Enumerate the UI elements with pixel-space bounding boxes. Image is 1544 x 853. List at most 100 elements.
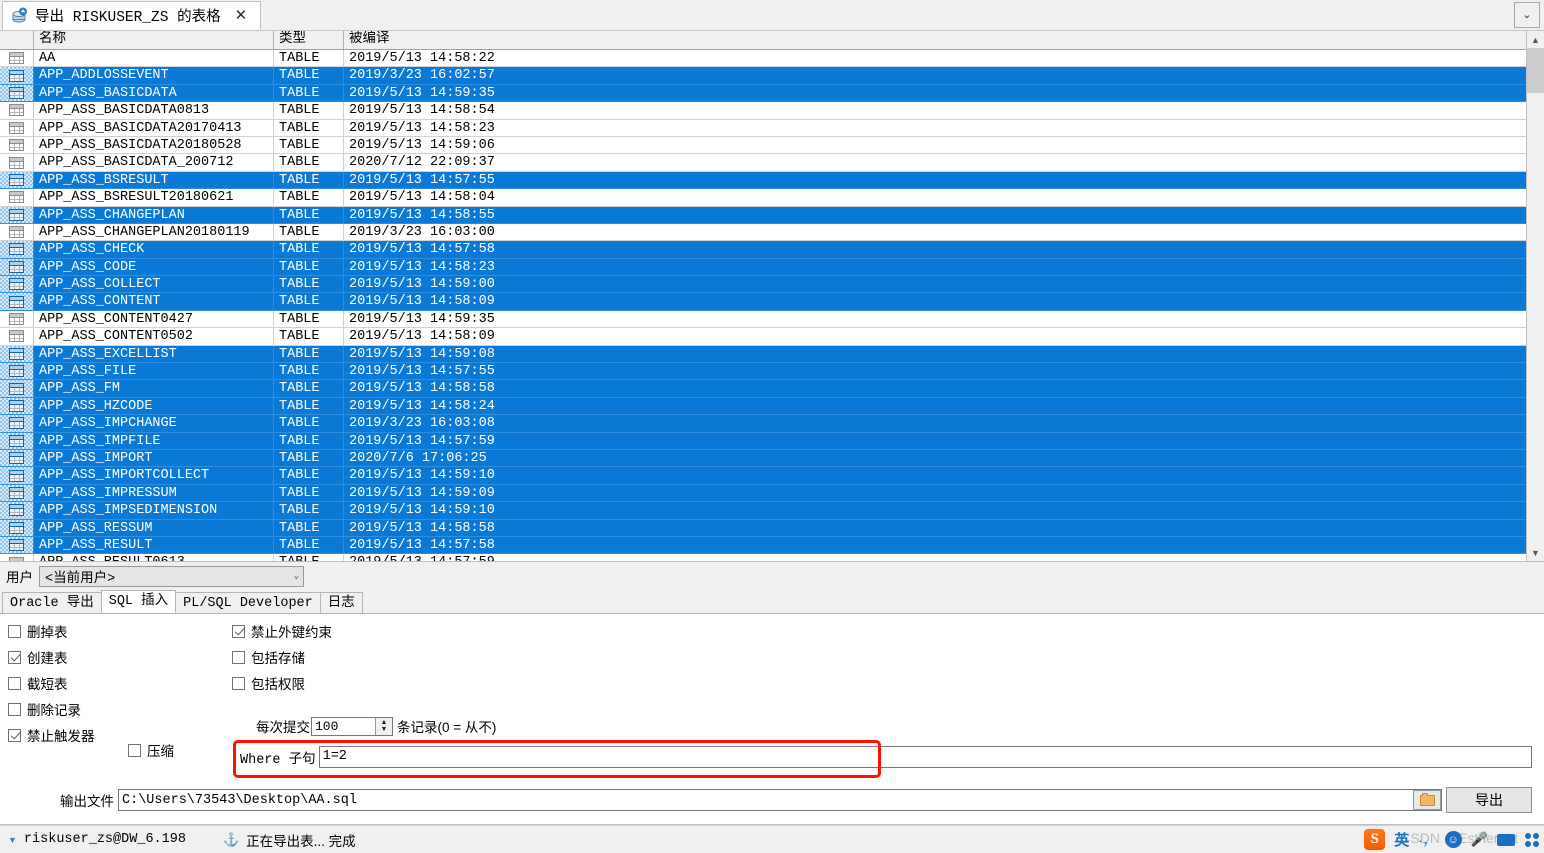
pin-icon[interactable]: ⚓ [223,832,239,848]
table-row[interactable]: APP_ASS_FM TABLE 2019/5/13 14:58:58 [0,380,1526,398]
option-compress[interactable]: 压缩 [128,740,174,760]
table-row[interactable]: APP_ASS_IMPORT TABLE 2020/7/6 17:06:25 [0,449,1526,468]
table-row[interactable]: APP_ASS_COLLECT TABLE 2019/5/13 14:59:00 [0,276,1526,294]
stepper-up-icon[interactable]: ▲ [381,719,388,726]
export-mode-tabs[interactable]: Oracle 导出 SQL 插入 PL/SQL Developer 日志 [0,590,1544,614]
table-row[interactable]: APP_ASS_BASICDATA20170413 TABLE 2019/5/13 … [0,119,1526,137]
table-row[interactable]: APP_ASS_RESSUM TABLE 2019/5/13 14:58:58 [0,519,1526,537]
table-icon [9,156,24,169]
table-row[interactable]: APP_ASS_IMPORTCOLLECT TABLE 2019/5/13 14:5… [0,467,1526,485]
export-button[interactable]: 导出 [1446,787,1532,813]
ime-language-mode[interactable]: 英 [1394,829,1409,850]
option-delete-records[interactable]: 删除记录 [8,699,81,719]
checkbox[interactable] [8,624,21,638]
table-row[interactable]: APP_ASS_CHANGEPLAN TABLE 2019/5/13 14:58:5… [0,206,1526,224]
table-row[interactable]: APP_ASS_CODE TABLE 2019/5/13 14:58:23 [0,258,1526,277]
option-disable-fk-constraints[interactable]: 禁止外键约束 [232,621,332,641]
tab-0[interactable]: Oracle 导出 [2,592,102,613]
column-header-name[interactable]: 名称 [34,31,274,49]
table-row[interactable]: APP_ASS_EXCELLIST TABLE 2019/5/13 14:59:08 [0,345,1526,364]
where-clause-input[interactable]: 1=2 [318,746,1532,768]
keyboard-icon[interactable] [1497,833,1515,846]
table-name-cell: APP_ASS_IMPSEDIMENSION [34,502,274,520]
table-icon-cell [0,276,34,294]
table-icon-cell [0,67,34,85]
column-header-compiled[interactable]: 被编译 [344,31,1526,49]
commit-count-value[interactable]: 100 [312,719,375,734]
document-tab-title: 导出 RISKUSER_ZS 的表格 [35,10,221,26]
table-row[interactable]: APP_ASS_IMPFILE TABLE 2019/5/13 14:57:59 [0,432,1526,450]
output-file-input[interactable]: C:\Users\73543\Desktop\AA.sql [118,789,1442,811]
table-row[interactable]: APP_ASS_BSRESULT TABLE 2019/5/13 14:57:55 [0,171,1526,190]
option-truncate-tables[interactable]: 截短表 [8,673,68,693]
table-name-cell: APP_ASS_EXCELLIST [34,345,274,364]
table-row[interactable]: AA TABLE 2019/5/13 14:58:22 [0,50,1526,68]
scrollbar-thumb[interactable] [1527,48,1544,93]
checkbox[interactable] [232,650,245,664]
tables-grid-scrollbar[interactable]: ▲ ▼ [1526,31,1544,561]
table-row[interactable]: APP_ASS_BSRESULT20180621 TABLE 2019/5/13 1… [0,189,1526,207]
table-type-cell: TABLE [274,380,344,398]
user-dropdown[interactable]: <当前用户> ⌄ [39,565,304,587]
table-row[interactable]: APP_ASS_CONTENT0427 TABLE 2019/5/13 14:59:… [0,310,1526,329]
window-list-dropdown-button[interactable]: ⌄ [1514,2,1540,28]
browse-file-button[interactable] [1413,790,1441,810]
checkbox[interactable] [8,728,21,742]
column-header-icon[interactable] [0,31,34,49]
document-tab-export-tables[interactable]: 导出 RISKUSER_ZS 的表格 ✕ [2,1,262,30]
table-icon [9,278,24,291]
ime-emoji-icon[interactable]: ☺ [1444,831,1462,848]
table-row[interactable]: APP_ASS_RESULT TABLE 2019/5/13 14:57:58 [0,536,1526,555]
tab-1[interactable]: SQL 插入 [100,590,177,613]
option-label: 禁止外键约束 [251,625,332,640]
checkbox[interactable] [232,624,245,638]
tab-2[interactable]: PL/SQL Developer [175,592,321,613]
table-row[interactable]: APP_ASS_BASICDATA TABLE 2019/5/13 14:59:35 [0,84,1526,103]
table-row[interactable]: APP_ASS_CHECK TABLE 2019/5/13 14:57:58 [0,241,1526,259]
window-titlebar: 导出 RISKUSER_ZS 的表格 ✕ ⌄ [0,0,1544,31]
status-connection[interactable]: riskuser_zs@DW_6.198 [24,832,186,847]
table-row[interactable]: APP_ASS_IMPCHANGE TABLE 2019/3/23 16:03:08 [0,415,1526,433]
table-row[interactable]: APP_ASS_IMPRESSUM TABLE 2019/5/13 14:59:09 [0,484,1526,503]
grid-icon[interactable] [1524,831,1540,848]
sogou-logo-icon[interactable]: S [1364,829,1386,850]
table-row[interactable]: APP_ASS_CHANGEPLAN20180119 TABLE 2019/3/23… [0,223,1526,242]
table-row[interactable]: APP_ADDLOSSEVENT TABLE 2019/3/23 16:02:57 [0,67,1526,85]
table-row[interactable]: APP_ASS_HZCODE TABLE 2019/5/13 14:58:24 [0,397,1526,416]
stepper-arrows[interactable]: ▲ ▼ [375,717,392,735]
checkbox[interactable] [8,676,21,690]
chevron-down-icon[interactable]: ▼ [8,835,17,845]
table-row[interactable]: APP_ASS_RESULT0613TABLE2019/5/13 14:57:5… [0,554,1526,561]
checkbox[interactable] [128,743,141,757]
table-name-cell: APP_ASS_IMPORTCOLLECT [34,467,274,485]
table-compiled-cell: 2019/5/13 14:57:58 [344,241,1526,259]
microphone-icon[interactable]: 🎤 [1471,831,1488,848]
table-row[interactable]: APP_ASS_BASICDATA_200712 TABLE 2020/7/12 2… [0,154,1526,172]
table-name-cell: APP_ASS_FILE [34,363,274,381]
option-include-storage[interactable]: 包括存储 [232,647,305,667]
option-include-privileges[interactable]: 包括权限 [232,673,305,693]
stepper-down-icon[interactable]: ▼ [381,726,388,733]
checkbox[interactable] [232,676,245,690]
table-row[interactable]: APP_ASS_FILE TABLE 2019/5/13 14:57:55 [0,363,1526,381]
table-row[interactable]: APP_ASS_CONTENT0502 TABLE 2019/5/13 14:58:… [0,328,1526,346]
scroll-up-icon[interactable]: ▲ [1527,31,1544,48]
option-disable-triggers[interactable]: 禁止触发器 [8,725,95,745]
scroll-down-icon[interactable]: ▼ [1527,544,1544,561]
table-row[interactable]: APP_ASS_IMPSEDIMENSION TABLE 2019/5/13 14:… [0,502,1526,520]
tables-grid-body[interactable]: AA TABLE 2019/5/13 14:58:22 APP_ADDLOSSEVEN… [0,50,1526,561]
ime-toolbar[interactable]: S 英 ·， ☺ 🎤 [1364,826,1540,853]
checkbox[interactable] [8,650,21,664]
scrollbar-track[interactable] [1527,48,1544,544]
close-icon[interactable]: ✕ [228,8,255,23]
checkbox[interactable] [8,702,21,716]
table-row[interactable]: APP_ASS_BASICDATA0813 TABLE 2019/5/13 14:5… [0,102,1526,120]
column-header-type[interactable]: 类型 [274,31,344,49]
option-create-tables[interactable]: 创建表 [8,647,68,667]
table-row[interactable]: APP_ASS_BASICDATA20180528 TABLE 2019/5/13 … [0,136,1526,155]
tab-3[interactable]: 日志 [319,592,363,613]
ime-punctuation-toggle[interactable]: ·， [1418,830,1435,849]
table-row[interactable]: APP_ASS_CONTENT TABLE 2019/5/13 14:58:09 [0,293,1526,311]
commit-count-stepper[interactable]: 100 ▲ ▼ [311,716,393,736]
option-drop-tables[interactable]: 删掉表 [8,621,68,641]
